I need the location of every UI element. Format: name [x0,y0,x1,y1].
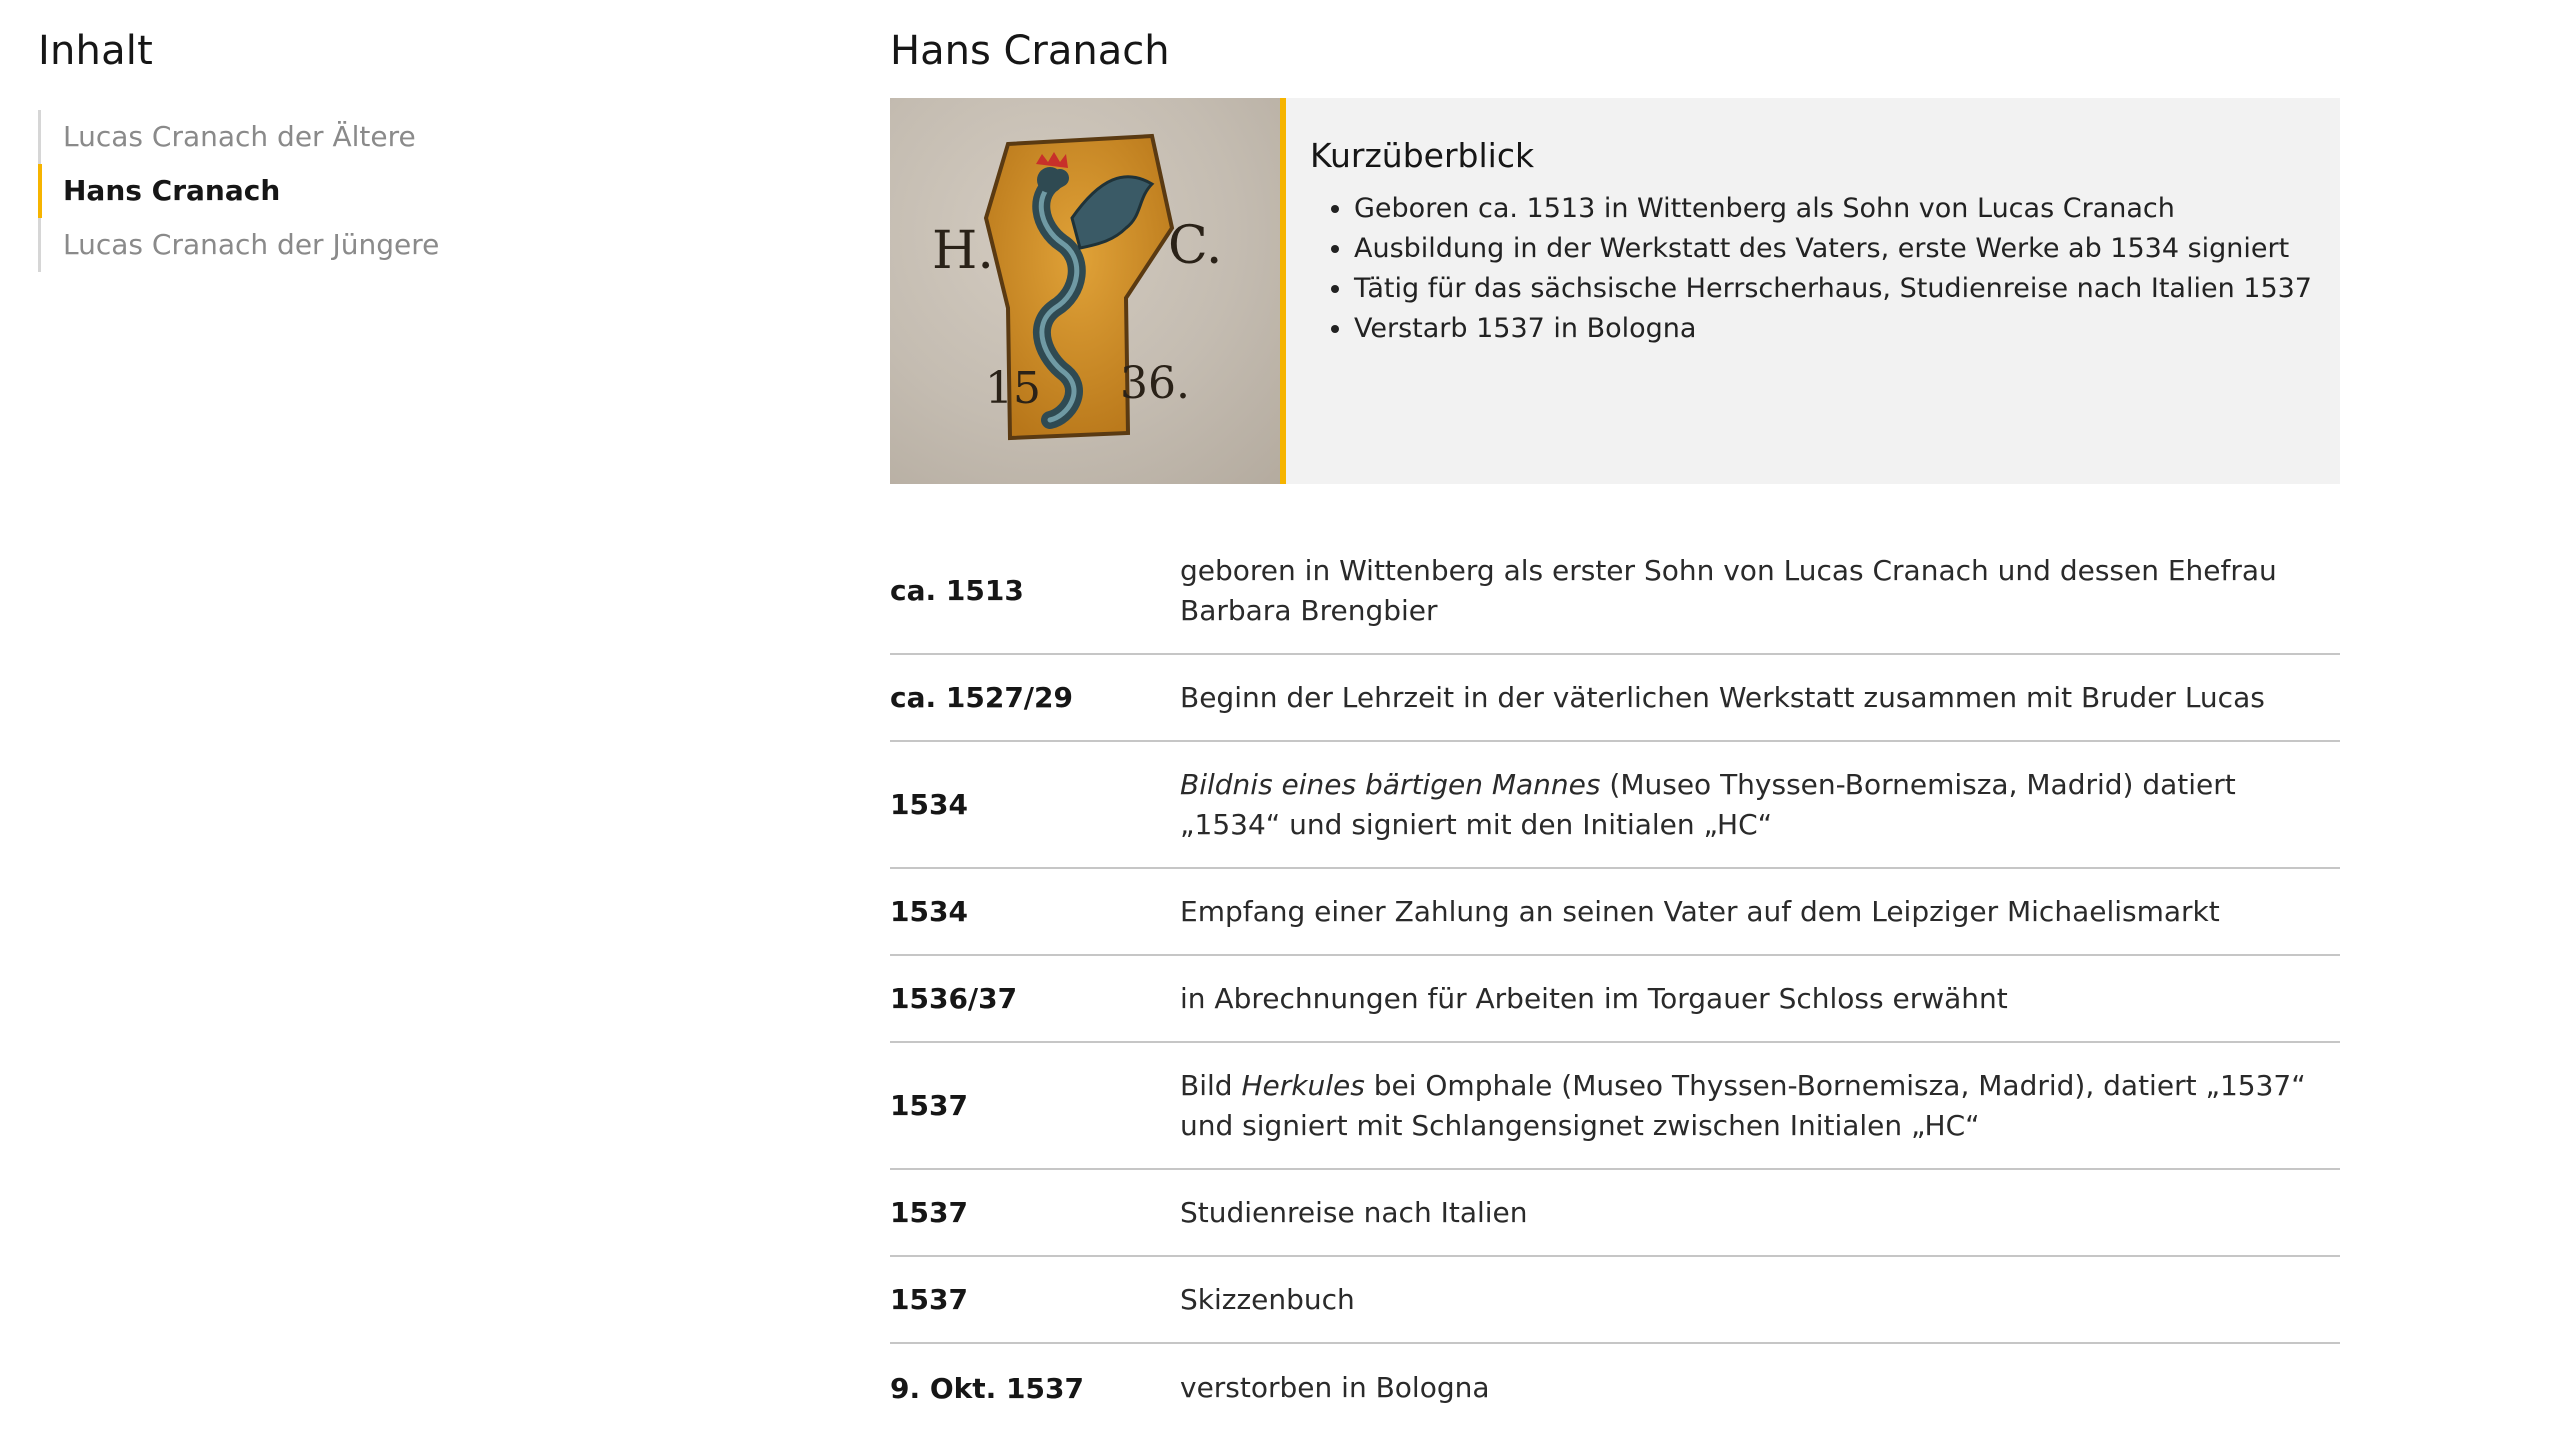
timeline-date: 1534 [890,788,968,821]
toc-item-hans-cranach[interactable]: Hans Cranach [38,164,738,218]
timeline-description: verstorben in Bologna [1180,1371,1490,1404]
timeline-description: geboren in Wittenberg als erster Sohn vo… [1180,553,2277,627]
portrait-year-left: 15 [985,363,1041,414]
page-title: Hans Cranach [890,28,1170,74]
timeline-date: ca. 1527/29 [890,681,1073,714]
timeline-date: 1537 [890,1283,968,1316]
portrait-year-right: 36. [1120,358,1190,409]
timeline-row: 1537 Bild Herkules bei Omphale (Museo Th… [890,1043,2340,1170]
portrait-image: H. C. 15 36. [890,98,1286,484]
timeline-description: Beginn der Lehrzeit in der väterlichen W… [1180,680,2265,714]
portrait-letters-left: H. [932,221,994,281]
timeline-date: ca. 1513 [890,574,1024,607]
toc-item-lucas-der-aeltere[interactable]: Lucas Cranach der Ältere [41,110,738,164]
timeline-date: 1534 [890,895,968,928]
timeline-date: 1537 [890,1089,968,1122]
coat-of-arms-image: H. C. 15 36. [932,133,1222,441]
timeline-description: Empfang einer Zahlung an seinen Vater au… [1180,894,2220,928]
timeline-description: Studienreise nach Italien [1180,1195,1528,1229]
overview-heading: Kurzüberblick [1310,136,1535,175]
main-content: Hans Cranach H. C. 15 36. Kurzüberblick … [890,28,2340,1432]
overview-bullet: Verstarb 1537 in Bologna [1354,309,2312,349]
timeline-date: 9. Okt. 1537 [890,1371,1084,1405]
timeline-date: 1536/37 [890,982,1018,1015]
timeline-row: 9. Okt. 1537 verstorben in Bologna [890,1344,2340,1432]
toc-list: Lucas Cranach der Ältere Hans Cranach Lu… [38,110,738,272]
overview-bullet: Ausbildung in der Werkstatt des Vaters, … [1354,229,2312,269]
timeline-description: in Abrechnungen für Arbeiten im Torgauer… [1180,981,2008,1015]
toc-item-lucas-der-juengere[interactable]: Lucas Cranach der Jüngere [41,218,738,272]
portrait-letters-right: C. [1168,216,1222,276]
timeline-row: 1537 Studienreise nach Italien [890,1170,2340,1257]
overview-body: Kurzüberblick Geboren ca. 1513 in Witten… [1286,98,2336,484]
timeline-row: ca. 1513 geboren in Wittenberg als erste… [890,528,2340,655]
timeline-description: Bild Herkules bei Omphale (Museo Thyssen… [1180,1068,2306,1142]
timeline-row: ca. 1527/29 Beginn der Lehrzeit in der v… [890,655,2340,742]
overview-panel: H. C. 15 36. Kurzüberblick Geboren ca. 1… [890,98,2340,484]
overview-list: Geboren ca. 1513 in Wittenberg als Sohn … [1310,189,2312,349]
overview-bullet: Tätig für das sächsische Herrscherhaus, … [1354,269,2312,309]
sidebar-title: Inhalt [38,28,154,74]
timeline-description: Skizzenbuch [1180,1282,1355,1316]
timeline-row: 1536/37 in Abrechnungen für Arbeiten im … [890,956,2340,1043]
timeline-date: 1537 [890,1196,968,1229]
artwork-title: Bildnis eines bärtigen Mannes [1180,767,1601,801]
timeline-description: Bildnis eines bärtigen Mannes (Museo Thy… [1180,767,2236,841]
timeline-table: ca. 1513 geboren in Wittenberg als erste… [890,528,2340,1432]
table-of-contents: Inhalt Lucas Cranach der Ältere Hans Cra… [38,28,738,272]
timeline-row: 1534 Empfang einer Zahlung an seinen Vat… [890,869,2340,956]
timeline-row: 1537 Skizzenbuch [890,1257,2340,1344]
timeline-row: 1534 Bildnis eines bärtigen Mannes (Muse… [890,742,2340,869]
artwork-title: Herkules [1241,1068,1365,1102]
overview-bullet: Geboren ca. 1513 in Wittenberg als Sohn … [1354,189,2312,229]
